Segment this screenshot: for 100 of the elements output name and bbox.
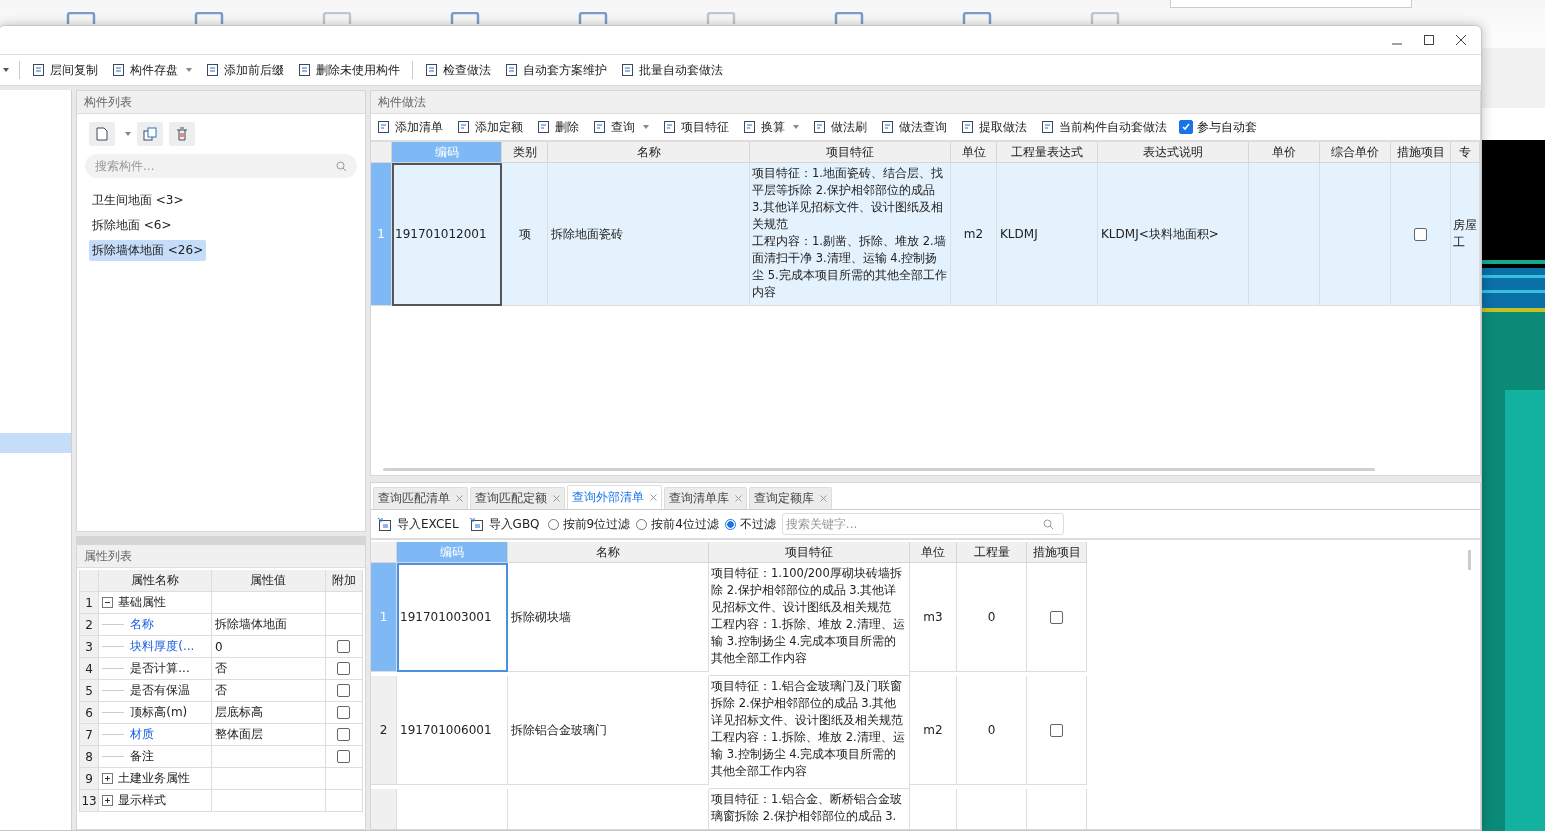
- scrollbar[interactable]: [383, 468, 1375, 471]
- toolbar-button[interactable]: 提取做法: [959, 116, 1029, 138]
- table-cell: m2: [951, 163, 997, 306]
- tab[interactable]: 查询外部清单: [567, 485, 662, 509]
- radio-button[interactable]: [547, 518, 559, 530]
- ribbon-icon[interactable]: [66, 12, 96, 24]
- table-row[interactable]: 1 191701012001 项 拆除地面瓷砖 项目特征：1.地面瓷砖、结合层、找平层等拆除 2.保护相邻部位的成品 3.其他详见招标文件、设计图纸及相关规范 工程内容：1.剔凿、拆除、堆放 2.墙面清扫干净 3.清理、运输 4.控制扬尘 5.完成本项目所需的其他全部工作内容 m2 KLDMJ KLDMJ<块料地面积> 房屋工: [371, 163, 1480, 306]
- ribbon-icon[interactable]: [322, 12, 352, 24]
- radio-button[interactable]: [724, 518, 736, 530]
- tab[interactable]: 查询定额库: [749, 487, 832, 509]
- copy-button[interactable]: [137, 122, 163, 146]
- ribbon-icon[interactable]: [1090, 12, 1120, 24]
- table-cell: 项目特征：1.铝合金、断桥铝合金玻璃窗拆除 2.保护相邻部位的成品 3.: [709, 789, 910, 829]
- ribbon-icon[interactable]: [962, 12, 992, 24]
- import-icon: [377, 516, 393, 532]
- toolbar-button[interactable]: 换算: [741, 116, 801, 138]
- checkbox[interactable]: [337, 728, 351, 741]
- table-cell: m2: [910, 676, 957, 785]
- radio-button[interactable]: [636, 518, 648, 530]
- column-header: 表达式说明: [1098, 142, 1249, 163]
- toolbar-button[interactable]: 添加清单: [375, 116, 445, 138]
- list-item[interactable]: 拆除地面 <6>: [89, 215, 175, 236]
- import-button[interactable]: 导入EXCEL: [375, 513, 461, 535]
- row-number: 1: [80, 592, 100, 613]
- expand-icon[interactable]: [102, 795, 114, 806]
- document-icon: [32, 63, 46, 77]
- table-cell: 拆除地面瓷砖: [548, 163, 750, 306]
- toolbar-button[interactable]: 做法刷: [811, 116, 869, 138]
- toolbar-button[interactable]: 删除未使用构件: [296, 59, 402, 81]
- caret-icon[interactable]: [3, 68, 9, 72]
- document-icon: [95, 127, 109, 141]
- collapse-icon[interactable]: [102, 597, 114, 608]
- toolbar-button[interactable]: 当前构件自动套做法: [1039, 116, 1169, 138]
- document-icon: [663, 120, 677, 134]
- maximize-icon[interactable]: [1423, 34, 1435, 46]
- table-cell: 项目特征：1.地面瓷砖、结合层、找平层等拆除 2.保护相邻部位的成品 3.其他详见招标文件、设计图纸及相关规范 工程内容：1.剔凿、拆除、堆放 2.墙面清扫干净 3.清理、运输 4.控制扬尘 5.完成本项目所需的其他全部工作内容: [750, 163, 951, 306]
- list-item[interactable]: 拆除墙体地面 <26>: [89, 240, 207, 261]
- tab[interactable]: 查询匹配清单: [373, 487, 468, 509]
- toolbar-button[interactable]: 构件存盘: [110, 59, 194, 81]
- toolbar-button[interactable]: 项目特征: [661, 116, 731, 138]
- new-button[interactable]: [89, 122, 115, 146]
- toolbar-button[interactable]: 添加前后缀: [204, 59, 286, 81]
- toolbar-button[interactable]: 查询: [591, 116, 651, 138]
- caret-icon[interactable]: [125, 132, 131, 136]
- list-item[interactable]: 卫生间地面 <3>: [89, 190, 187, 211]
- delete-button[interactable]: [169, 122, 195, 146]
- table-cell: KLDMJ<块料地面积>: [1098, 163, 1249, 306]
- checkmark-icon: [1181, 122, 1191, 132]
- ribbon-icon[interactable]: [578, 12, 608, 24]
- expand-icon[interactable]: [102, 773, 114, 784]
- property-name: 备注: [130, 748, 155, 765]
- search-icon: [336, 160, 347, 172]
- toolbar-button[interactable]: 添加定额: [455, 116, 525, 138]
- search-field[interactable]: 搜索关键字...: [781, 513, 1064, 535]
- checkbox[interactable]: [337, 640, 351, 653]
- radio-label[interactable]: 按前9位过滤: [562, 515, 631, 533]
- table-row[interactable]: 2 191701006001 拆除铝合金玻璃门 项目特征：1.铝合金玻璃门及门联窗拆除 2.保护相邻部位的成品 3.其他详见招标文件、设计图纸及相关规范 工程内容：1.拆除、堆放 2.清理、运输 3.控制扬尘 4.完成本项目所需的其他全部工作内容 m2 0: [371, 676, 1480, 789]
- table-row[interactable]: 1 191701003001 拆除砌块墙 项目特征：1.100/200厚砌块砖墙拆除 2.保护相邻部位的成品 3.其他详见招标文件、设计图纸及相关规范 工程内容：1.拆除、堆放 2.清理、运输 3.控制扬尘 4.完成本项目所需的其他全部工作内容 m3 0: [371, 563, 1480, 676]
- toolbar-button[interactable]: 层间复制: [30, 59, 100, 81]
- document-icon: [1041, 120, 1055, 134]
- column-header: 措施项目: [1027, 542, 1087, 563]
- import-button[interactable]: 导入GBQ: [466, 513, 542, 535]
- ribbon-icon[interactable]: [706, 12, 736, 24]
- row-number: 6: [80, 702, 100, 723]
- toolbar-button[interactable]: 批量自动套做法: [619, 59, 725, 81]
- toolbar-button[interactable]: 自动套方案维护: [503, 59, 609, 81]
- checkbox[interactable]: [337, 750, 351, 763]
- checkbox-label[interactable]: 参与自动套: [1197, 118, 1257, 136]
- toolbar-button[interactable]: 删除: [535, 116, 581, 138]
- property-value: 否: [212, 680, 326, 701]
- checkbox[interactable]: [337, 662, 351, 675]
- checkbox[interactable]: [337, 706, 351, 719]
- toolbar-button[interactable]: 做法查询: [879, 116, 949, 138]
- table-cell: 拆除铝合金玻璃门: [508, 676, 709, 785]
- document-icon: [881, 120, 895, 134]
- property-value: 层底标高: [212, 702, 326, 723]
- radio-label[interactable]: 按前4位过滤: [651, 515, 719, 533]
- table-cell: 0: [957, 676, 1027, 785]
- toolbar-button[interactable]: 检查做法: [423, 59, 493, 81]
- checkbox[interactable]: [1050, 723, 1063, 737]
- table-cell: 191701006001: [397, 676, 508, 785]
- table-row[interactable]: 项目特征：1.铝合金、断桥铝合金玻璃窗拆除 2.保护相邻部位的成品 3.: [371, 789, 1480, 829]
- ribbon-icon[interactable]: [194, 12, 224, 24]
- scrollbar[interactable]: [1468, 550, 1471, 570]
- ribbon-icon[interactable]: [450, 12, 480, 24]
- document-icon: [377, 120, 391, 134]
- ribbon-icon[interactable]: [834, 12, 864, 24]
- radio-label[interactable]: 不过滤: [739, 515, 776, 533]
- column-header: 属性名称: [99, 570, 213, 591]
- checkbox[interactable]: [1179, 120, 1193, 134]
- checkbox[interactable]: [337, 684, 351, 697]
- column-header: 类别: [502, 142, 548, 163]
- search-field[interactable]: 搜索构件...: [85, 154, 357, 178]
- tab[interactable]: 查询匹配定额: [470, 487, 565, 509]
- checkbox[interactable]: [1050, 610, 1063, 624]
- close-icon[interactable]: [1455, 34, 1467, 46]
- tab[interactable]: 查询清单库: [664, 487, 747, 509]
- checkbox[interactable]: [1414, 227, 1427, 241]
- column-header: 编码: [397, 542, 508, 563]
- column-header: 综合单价: [1320, 142, 1391, 163]
